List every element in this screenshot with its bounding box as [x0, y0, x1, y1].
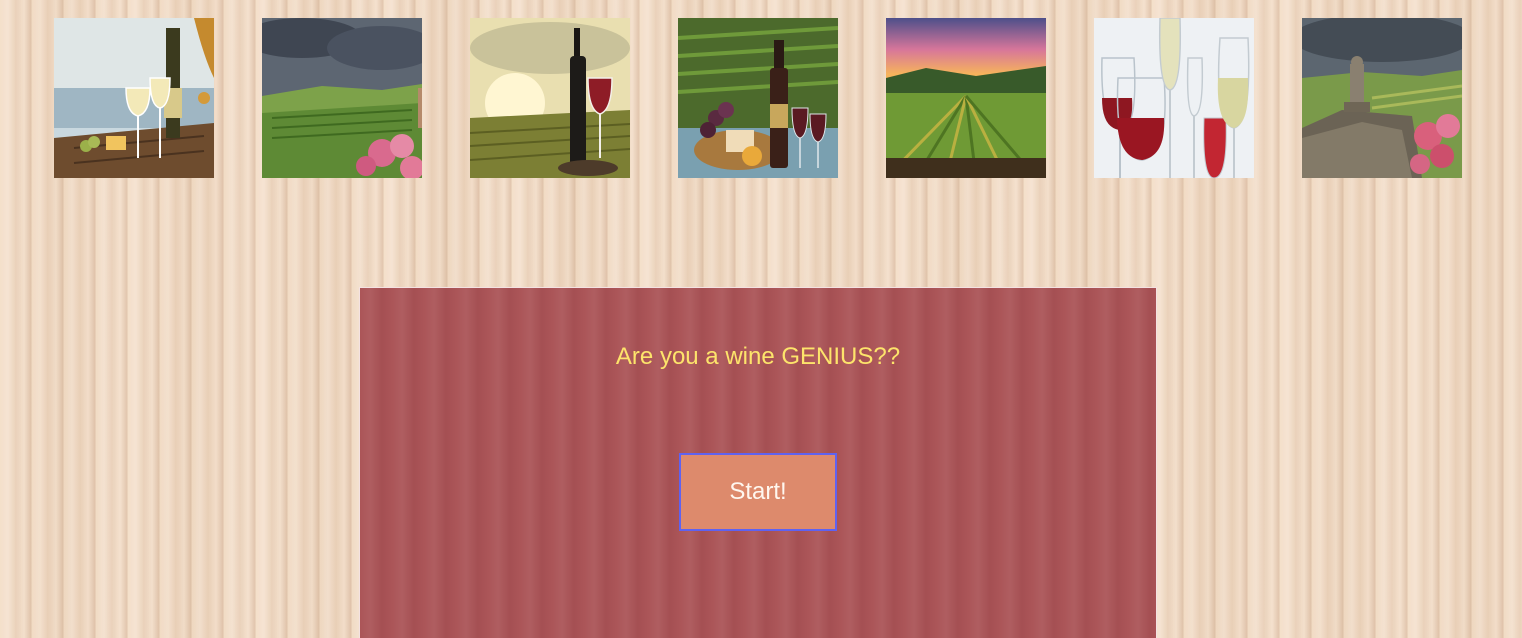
- vineyard-sunset-photo: [886, 18, 1046, 178]
- quiz-panel: Are you a wine GENIUS?? Start!: [359, 287, 1157, 638]
- start-button[interactable]: Start!: [679, 453, 837, 531]
- photo-gallery: [54, 18, 1462, 178]
- vineyard-storm-photo: [262, 18, 422, 178]
- sunset-red-wine-photo: [470, 18, 630, 178]
- quiz-title: Are you a wine GENIUS??: [615, 343, 901, 370]
- wine-glasses-photo: [1094, 18, 1254, 178]
- wine-cheese-vineyard-photo: [678, 18, 838, 178]
- white-wine-lake-photo: [54, 18, 214, 178]
- stone-terrace-photo: [1302, 18, 1462, 178]
